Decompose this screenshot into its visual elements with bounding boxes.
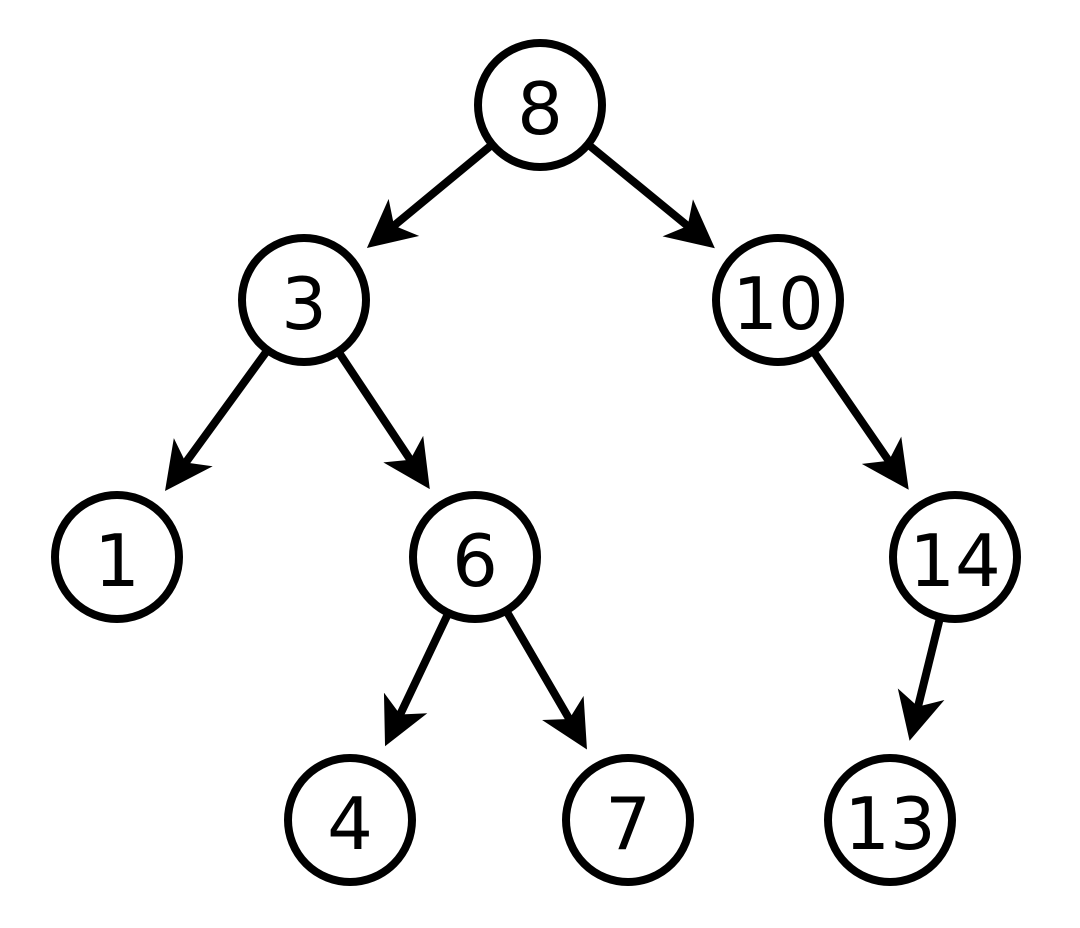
- node-label: 1: [94, 519, 140, 603]
- tree-node-4: 4: [288, 758, 412, 882]
- tree-node-1: 1: [55, 495, 179, 619]
- node-label: 10: [732, 262, 824, 346]
- edges-layer: [173, 144, 940, 737]
- edge-n10-n14: [813, 351, 900, 478]
- node-label: 7: [605, 782, 651, 866]
- node-label: 3: [281, 262, 327, 346]
- tree-node-13: 13: [828, 758, 952, 882]
- edge-n3-n1: [173, 350, 267, 479]
- tree-node-6: 6: [413, 495, 537, 619]
- node-label: 4: [327, 782, 373, 866]
- tree-node-10: 10: [716, 238, 840, 362]
- tree-node-3: 3: [242, 238, 366, 362]
- node-label: 6: [452, 519, 498, 603]
- nodes-layer: 8 3 10 1 6 14 4 7 13: [55, 43, 1017, 882]
- tree-node-7: 7: [566, 758, 690, 882]
- tree-node-14: 14: [893, 495, 1017, 619]
- edge-n14-n13: [913, 617, 940, 727]
- node-label: 8: [517, 67, 563, 151]
- edge-n3-n6: [338, 352, 421, 477]
- edge-n8-n3: [378, 144, 492, 238]
- edge-n6-n4: [391, 613, 448, 733]
- node-label: 14: [909, 519, 1001, 603]
- edge-n8-n10: [588, 144, 704, 239]
- edge-n6-n7: [506, 611, 580, 737]
- tree-node-8: 8: [478, 43, 602, 167]
- binary-tree-diagram: 8 3 10 1 6 14 4 7 13: [0, 0, 1080, 928]
- node-label: 13: [844, 782, 936, 866]
